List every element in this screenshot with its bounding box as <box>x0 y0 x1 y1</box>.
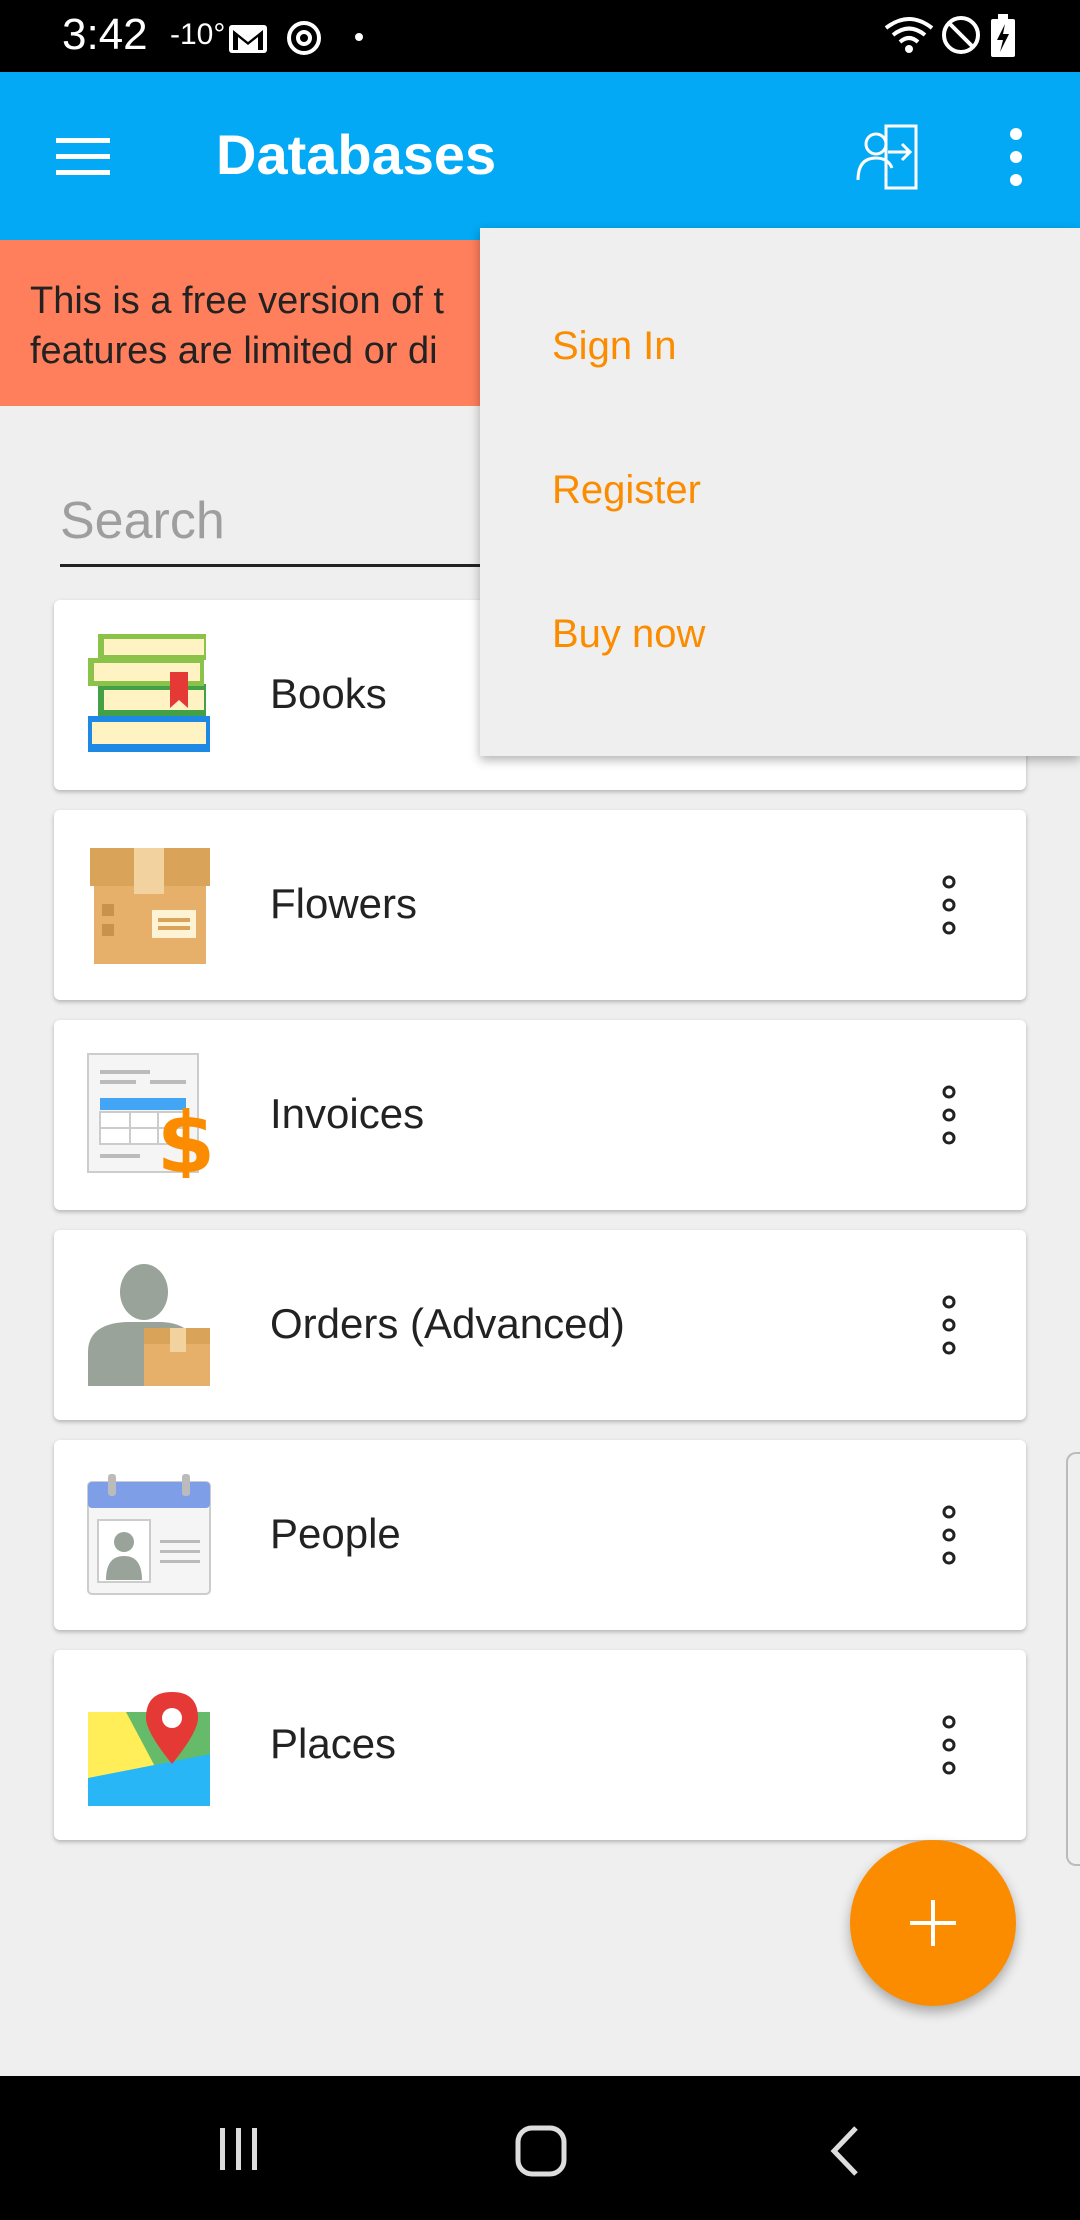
add-database-button[interactable] <box>850 1840 1016 2006</box>
page-title: Databases <box>216 123 497 186</box>
wifi-icon <box>884 17 934 53</box>
map-icon <box>88 1692 210 1806</box>
more-vertical-icon[interactable] <box>934 1290 964 1360</box>
box-icon <box>90 848 210 964</box>
status-bar: 3:42 -10° <box>0 0 1080 72</box>
svg-text:$: $ <box>157 1094 212 1178</box>
invoice-icon: $ <box>87 1053 212 1178</box>
plus-icon <box>910 1900 956 1946</box>
sign-in-icon[interactable] <box>852 122 922 192</box>
home-icon[interactable] <box>514 2124 568 2178</box>
database-card-invoices[interactable]: $ Invoices <box>54 1020 1026 1210</box>
battery-charging-icon <box>991 14 1015 57</box>
contact-card-icon <box>87 1474 211 1595</box>
app-bar: Databases <box>0 72 1080 240</box>
back-icon[interactable] <box>826 2124 866 2178</box>
database-name: Orders (Advanced) <box>270 1300 625 1347</box>
database-card-places[interactable]: Places <box>54 1650 1026 1840</box>
more-vertical-icon[interactable] <box>934 870 964 940</box>
database-name: Invoices <box>270 1090 425 1137</box>
database-name: Places <box>270 1720 397 1767</box>
more-vertical-icon[interactable] <box>934 1710 964 1780</box>
sync-icon <box>287 21 321 55</box>
edge-panel-handle[interactable] <box>1066 1452 1080 1866</box>
menu-item-register[interactable]: Register <box>552 468 701 513</box>
more-vertical-icon[interactable] <box>996 122 1036 192</box>
database-card-people[interactable]: People <box>54 1440 1026 1630</box>
status-time: 3:42 <box>62 10 148 59</box>
more-vertical-icon[interactable] <box>934 1080 964 1150</box>
more-vertical-icon[interactable] <box>934 1500 964 1570</box>
recent-apps-icon[interactable] <box>214 2124 264 2174</box>
do-not-disturb-icon <box>942 16 980 54</box>
dot-icon <box>355 33 363 41</box>
books-icon <box>88 634 210 752</box>
database-card-orders-advanced[interactable]: Orders (Advanced) <box>54 1230 1026 1420</box>
person-box-icon <box>88 1264 210 1386</box>
hamburger-menu-icon[interactable] <box>50 124 116 190</box>
database-card-flowers[interactable]: Flowers <box>54 810 1026 1000</box>
overflow-menu: Sign In Register Buy now <box>480 228 1080 756</box>
gmail-icon <box>229 25 267 53</box>
menu-item-sign-in[interactable]: Sign In <box>552 324 677 369</box>
menu-item-buy-now[interactable]: Buy now <box>552 612 705 657</box>
system-nav-bar <box>0 2076 1080 2220</box>
database-name: People <box>270 1510 401 1557</box>
database-name: Books <box>270 670 387 717</box>
status-temperature: -10° <box>170 18 226 51</box>
database-name: Flowers <box>270 880 418 927</box>
